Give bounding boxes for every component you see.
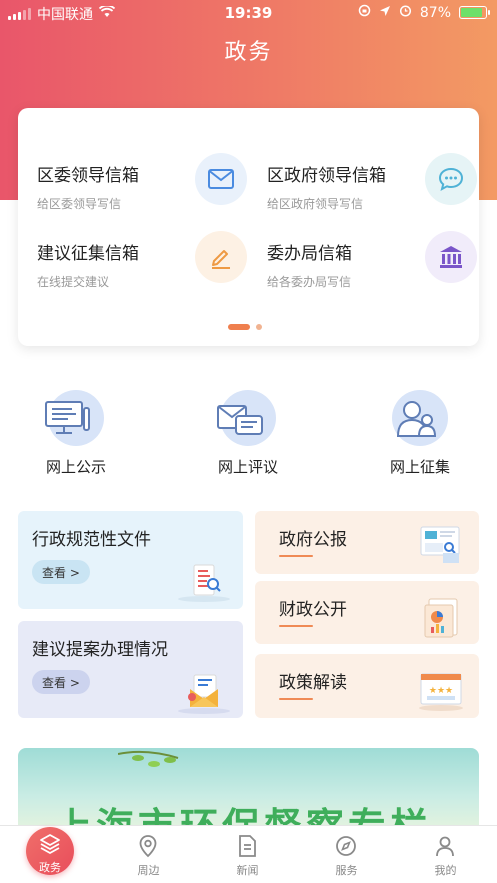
quick-link-label: 网上公示: [45, 458, 106, 476]
layers-icon: [40, 834, 60, 855]
carousel-dot-active[interactable]: [228, 324, 250, 330]
tab-label: 我的: [434, 864, 457, 877]
tile-proposals[interactable]: 建议提案办理情况 查看 >: [18, 621, 243, 718]
tab-label: 新闻: [236, 864, 259, 877]
tile-regulatory-documents[interactable]: 行政规范性文件 查看 >: [18, 511, 243, 609]
quick-link-public-notice[interactable]: 网上公示: [16, 390, 136, 477]
compass-icon: [336, 836, 356, 856]
tab-mine[interactable]: 我的: [396, 826, 495, 883]
gazette-screen-icon: [415, 523, 465, 571]
mailbox-title: 区政府领导信箱: [267, 166, 386, 186]
message-envelope-icon: [217, 390, 276, 446]
carousel-dot[interactable]: [256, 324, 262, 330]
people-icon: [392, 390, 448, 446]
policy-browser-icon: ★★★: [415, 668, 467, 716]
tile-finance-disclosure[interactable]: 财政公开: [255, 581, 479, 644]
view-button[interactable]: 查看 >: [32, 560, 90, 584]
mailbox-subtitle: 在线提交建议: [37, 275, 110, 289]
finance-report-icon: [419, 595, 467, 645]
mailbox-title: 委办局信箱: [267, 244, 352, 264]
tab-label: 周边: [137, 864, 160, 877]
battery-percent: 87%: [419, 4, 451, 21]
tile-title: 政策解读: [279, 673, 347, 693]
rotation-lock-icon: [358, 4, 371, 21]
proposal-envelope-icon: [176, 669, 232, 719]
status-bar: 中国联通 19:39 87%: [0, 0, 497, 26]
mailbox-title: 建议征集信箱: [37, 244, 139, 264]
mailbox-district-government[interactable]: 区政府领导信箱 给区政府领导写信: [267, 153, 477, 225]
leaf-icon: [118, 750, 179, 767]
title-underline: [279, 698, 313, 700]
battery-icon: [459, 6, 490, 19]
monitor-icon: [45, 390, 104, 446]
mailbox-suggestions[interactable]: 建议征集信箱 在线提交建议: [37, 231, 247, 303]
tab-services[interactable]: 服务: [297, 826, 396, 883]
title-underline: [279, 625, 313, 627]
svg-text:★★★: ★★★: [429, 686, 453, 696]
quick-link-public-review[interactable]: 网上评议: [188, 390, 308, 477]
tab-label: 服务: [335, 864, 358, 877]
location-pin-icon: [139, 835, 157, 858]
quick-link-label: 网上征集: [389, 458, 450, 476]
tab-label: 政务: [39, 861, 61, 874]
mailbox-district-committee[interactable]: 区委领导信箱 给区委领导写信: [37, 153, 247, 225]
mailbox-title: 区委领导信箱: [37, 166, 139, 186]
mailbox-subtitle: 给区委领导写信: [37, 197, 122, 211]
tile-title: 政府公报: [279, 530, 347, 550]
tile-title: 财政公开: [279, 600, 347, 620]
quick-link-public-collection[interactable]: 网上征集: [360, 390, 480, 477]
tile-policy-interpretation[interactable]: 政策解读 ★★★: [255, 654, 479, 718]
mailbox-subtitle: 给各委办局写信: [267, 275, 352, 289]
government-building-icon: [425, 231, 477, 283]
person-icon: [436, 836, 454, 857]
tab-bar: 周边 新闻 服务 我的: [0, 825, 497, 883]
tile-title: 建议提案办理情况: [32, 640, 168, 660]
quick-link-label: 网上评议: [217, 458, 278, 476]
mailbox-card: 区委领导信箱 给区委领导写信 区政府领导信箱 给区政府领导写信 建议征集信箱 在…: [18, 108, 479, 346]
carousel-indicator[interactable]: [228, 324, 262, 330]
tab-government-affairs[interactable]: 政务: [26, 827, 74, 875]
alarm-icon: [399, 4, 412, 21]
tab-nearby[interactable]: 周边: [99, 826, 198, 883]
tile-government-gazette[interactable]: 政府公报: [255, 511, 479, 574]
page-title: 政务: [224, 40, 273, 65]
banner-title: 上海市环保督察专栏: [54, 805, 433, 828]
chat-bubble-icon: [425, 153, 477, 205]
tile-title: 行政规范性文件: [32, 530, 151, 550]
view-button[interactable]: 查看 >: [32, 670, 90, 694]
tab-news[interactable]: 新闻: [198, 826, 297, 883]
location-arrow-icon: [379, 5, 391, 21]
envelope-icon: [195, 153, 247, 205]
title-underline: [279, 555, 313, 557]
document-icon: [239, 835, 256, 857]
mailbox-bureaus[interactable]: 委办局信箱 给各委办局写信: [267, 231, 477, 303]
document-search-icon: [176, 559, 232, 607]
environment-banner[interactable]: 上海市环保督察专栏: [18, 748, 479, 828]
pencil-icon: [195, 231, 247, 283]
mailbox-subtitle: 给区政府领导写信: [267, 197, 364, 211]
